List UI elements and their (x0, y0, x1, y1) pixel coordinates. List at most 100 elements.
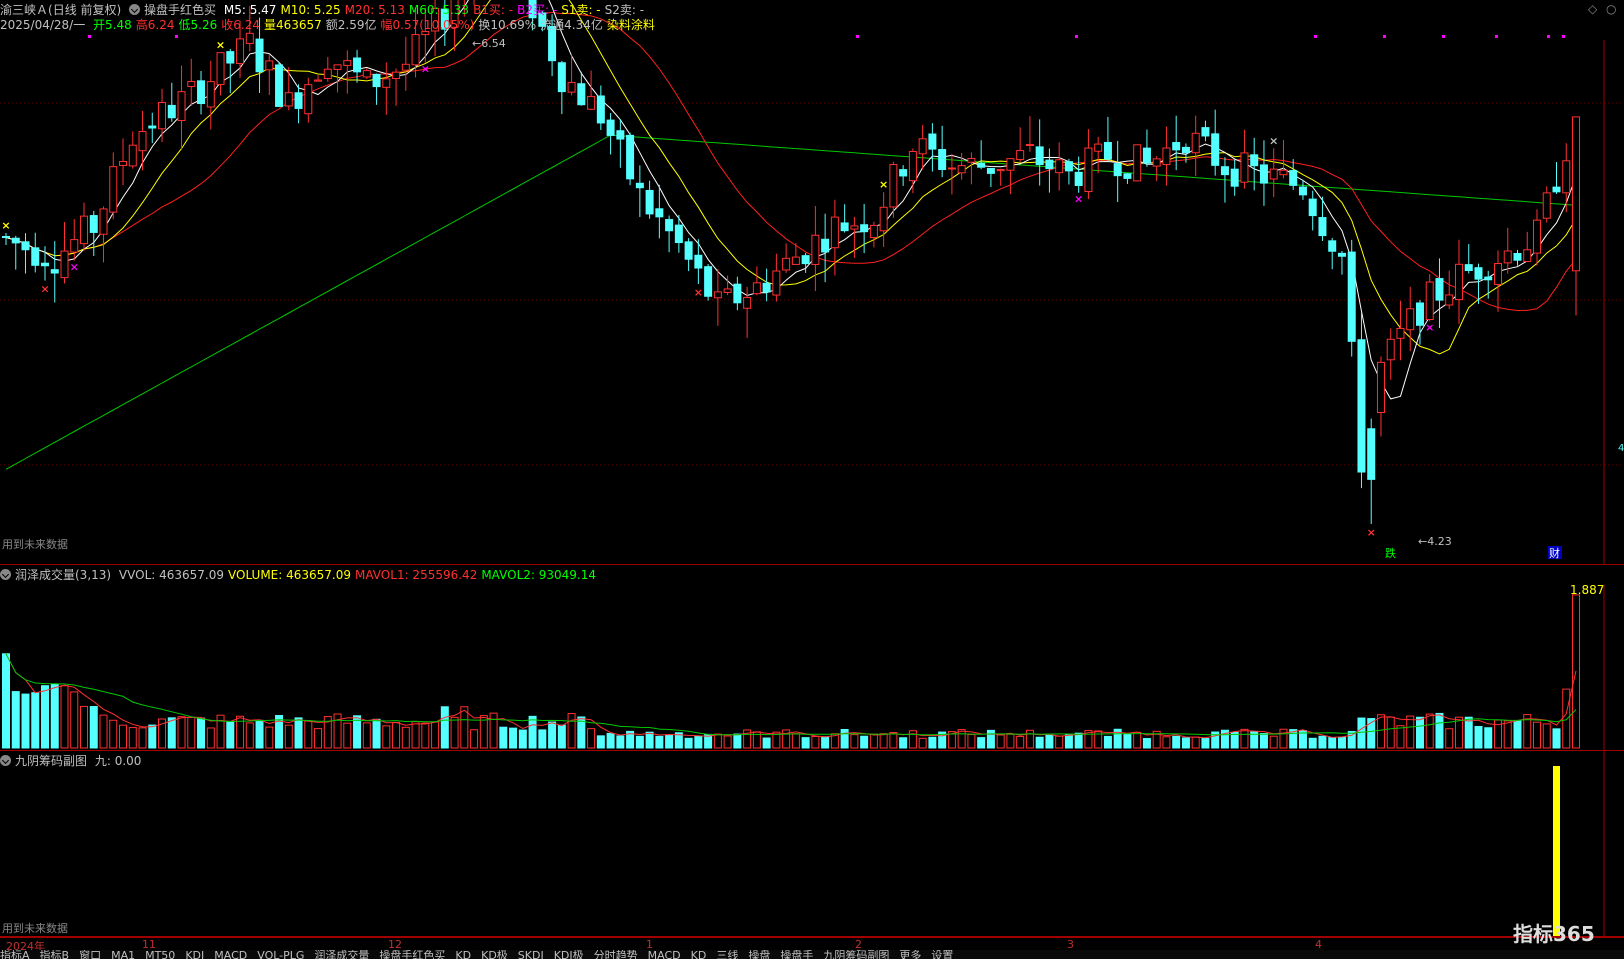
volume-bar (850, 734, 859, 749)
candle-body (1493, 263, 1502, 285)
tab-0[interactable]: 指标A (0, 950, 30, 959)
candle-body (158, 102, 167, 130)
candle-body (362, 70, 371, 78)
tab-3[interactable]: MA1 (111, 950, 135, 959)
volume-bar (1513, 720, 1522, 749)
candle-body (782, 257, 791, 271)
indicator-bar (1553, 766, 1560, 936)
volume-bar (1445, 728, 1454, 749)
quote-header: 2025/04/28/一 开5.48 高6.24 低5.26 收6.24 量463657… (0, 17, 663, 33)
candle-body (41, 262, 50, 267)
tab-19[interactable]: 操盘手 (780, 950, 813, 959)
volume-bar (957, 729, 966, 749)
indicator-header: 九阴筹码副图 九: 0.00 (0, 753, 145, 769)
volume-bar (1474, 725, 1483, 749)
tab-11[interactable]: KD极 (481, 950, 508, 959)
tab-12[interactable]: SKDJ (518, 950, 544, 959)
tab-22[interactable]: 设置 (931, 950, 953, 959)
candle-body (1055, 159, 1064, 174)
volume-bar (538, 729, 547, 749)
candle-body (655, 208, 664, 218)
quote-value-5: 额2.59亿 (325, 18, 377, 32)
volume-bar (362, 722, 371, 749)
tab-10[interactable]: KD (455, 950, 471, 959)
indicator-name[interactable]: 操盘手红色买 (144, 3, 216, 17)
candle-body (119, 160, 128, 166)
indicator-menu-icon[interactable] (129, 4, 141, 15)
close-icon[interactable]: ○ (1606, 2, 1616, 16)
volume-bar (723, 735, 732, 749)
candle-body (1474, 267, 1483, 280)
volume-bar (684, 737, 693, 749)
quote-value-2: 低5.26 (178, 18, 218, 32)
volume-bar (606, 732, 615, 749)
candle-body (401, 63, 410, 71)
candle-body (1523, 249, 1532, 262)
candle-body (1181, 146, 1190, 154)
candle-body (265, 60, 274, 71)
price-panel: ××××××××××××←6.54←4.23跌财 渝三峡Ａ(日线 前复权) 操盘… (0, 0, 1624, 565)
tab-5[interactable]: KDJ (185, 950, 204, 959)
indicator-menu-icon-2[interactable] (0, 755, 11, 766)
candle-body (743, 296, 752, 309)
tab-21[interactable]: 更多 (899, 950, 921, 959)
tab-16[interactable]: KD (691, 950, 707, 959)
tab-13[interactable]: KDJ极 (554, 950, 584, 959)
ma-value-4: B1买: - (473, 3, 514, 17)
candle-body (1337, 252, 1346, 257)
candle-body (1025, 143, 1034, 146)
candle-body (323, 68, 332, 80)
volume-bar (967, 734, 976, 749)
volume-bar (1181, 737, 1190, 749)
volume-title[interactable]: 润泽成交量(3,13) (15, 568, 111, 582)
signal-marker: × (70, 261, 79, 274)
tab-6[interactable]: MACD (214, 950, 247, 959)
tab-8[interactable]: 润泽成交量 (314, 950, 369, 959)
candle-body (21, 241, 30, 251)
candle-body (1572, 116, 1580, 272)
tab-20[interactable]: 九阴筹码副图 (823, 950, 889, 959)
volume-bar (1425, 713, 1434, 749)
tab-2[interactable]: 窗口 (79, 950, 101, 959)
indicator-title[interactable]: 九阴筹码副图 (15, 754, 87, 768)
volume-value-1: VOLUME: 463657.09 (228, 568, 352, 582)
volume-bar (509, 727, 518, 749)
tab-17[interactable]: 三线 (716, 950, 738, 959)
tab-7[interactable]: VOL-PLG (257, 950, 304, 959)
volume-bar (1386, 716, 1395, 749)
restore-icon[interactable]: ◇ (1588, 2, 1597, 16)
candle-body (1406, 308, 1415, 331)
volume-bar (899, 737, 908, 749)
volume-bar (518, 729, 527, 749)
tab-14[interactable]: 分时趋势 (594, 950, 638, 959)
tab-15[interactable]: MACD (648, 950, 681, 959)
candle-body (1230, 168, 1239, 187)
candle-body (11, 237, 20, 244)
candle-body (723, 288, 732, 293)
candle-body (1201, 127, 1210, 137)
candle-body (626, 134, 635, 180)
tab-4[interactable]: MT50 (145, 950, 175, 959)
event-dot (1495, 35, 1498, 38)
volume-bar (450, 716, 459, 749)
future-data-note: 用到未来数据 (2, 538, 68, 551)
volume-bar (1396, 725, 1405, 749)
tab-1[interactable]: 指标B (40, 950, 70, 959)
tab-18[interactable]: 操盘 (748, 950, 770, 959)
candle-body (1376, 361, 1385, 414)
candle-body (1064, 161, 1073, 172)
tab-9[interactable]: 操盘手红色买 (379, 950, 445, 959)
volume-menu-icon[interactable] (0, 569, 11, 580)
volume-bar (528, 715, 537, 749)
indicator-value: 九: 0.00 (94, 754, 142, 768)
volume-bar (713, 733, 722, 749)
candle-body (908, 151, 917, 182)
candle-body (1074, 171, 1083, 186)
volume-bar (616, 735, 625, 749)
candle-body (1016, 150, 1025, 160)
volume-right-value: 1.887 (1570, 583, 1605, 597)
volume-bar (996, 734, 1005, 749)
tag-fall: 跌 (1385, 546, 1396, 560)
candle-body (713, 291, 722, 299)
quote-value-0: 开5.48 (93, 18, 132, 32)
